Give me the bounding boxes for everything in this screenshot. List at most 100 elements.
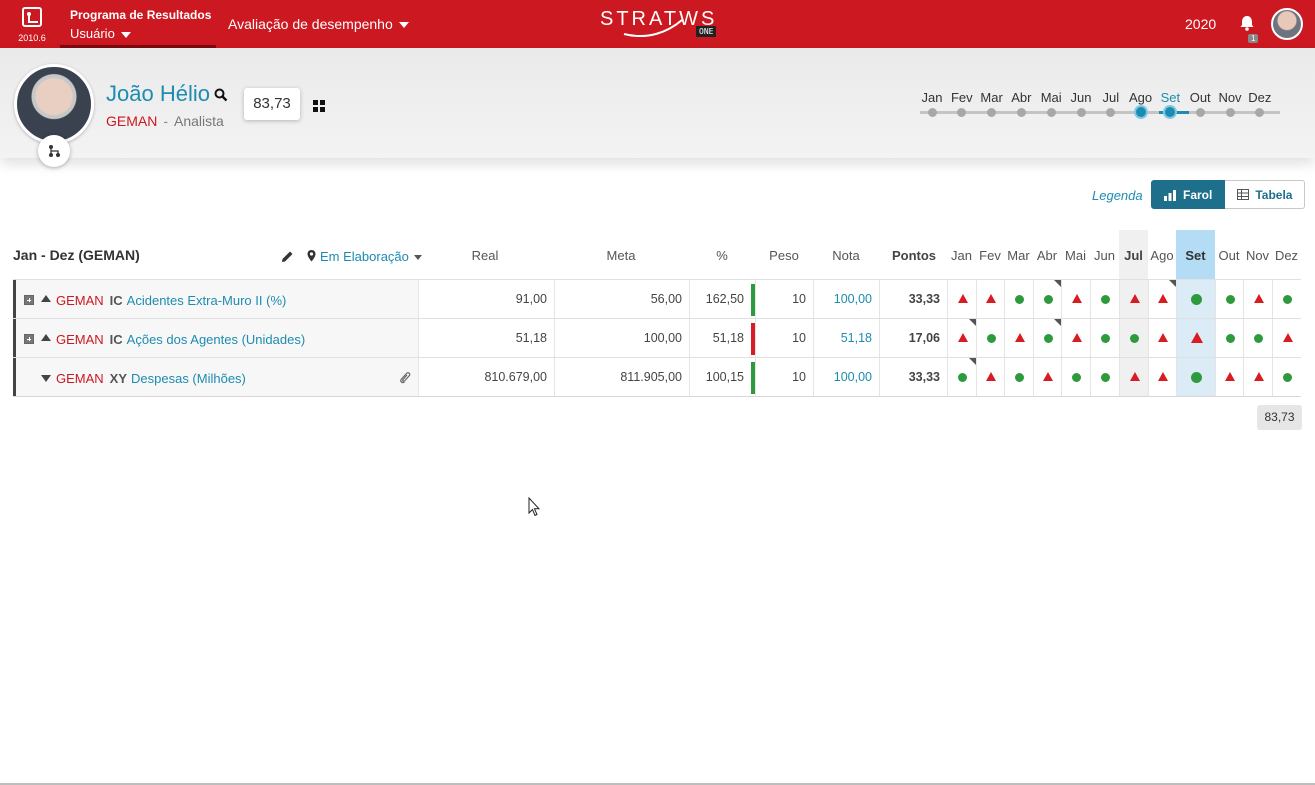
row-indicator-link[interactable]: Acidentes Extra-Muro II (%) <box>127 293 287 308</box>
legend-link[interactable]: Legenda <box>1092 188 1143 203</box>
program-menu[interactable]: Programa de Resultados Usuário <box>60 0 216 48</box>
collapse-arrow-icon[interactable] <box>41 295 51 302</box>
timeline-dot-fev[interactable] <box>957 108 967 117</box>
column-month-set[interactable]: Set <box>1176 248 1215 263</box>
month-signal-cell[interactable] <box>1004 358 1033 397</box>
pencil-icon[interactable] <box>281 250 294 263</box>
timeline-month-nov[interactable]: Nov <box>1215 90 1245 105</box>
row-indicator-link[interactable]: Despesas (Milhões) <box>131 371 246 386</box>
paperclip-icon[interactable] <box>399 371 411 385</box>
month-signal-cell[interactable] <box>1033 319 1061 358</box>
month-signal-cell[interactable] <box>1004 319 1033 358</box>
notifications-button[interactable]: 1 <box>1238 14 1259 43</box>
month-signal-cell[interactable] <box>1148 358 1176 397</box>
tabela-view-button[interactable]: Tabela <box>1225 180 1306 209</box>
timeline-month-ago[interactable]: Ago <box>1126 90 1156 105</box>
timeline-dot-mai[interactable] <box>1046 108 1056 117</box>
timeline-month-out[interactable]: Out <box>1185 90 1215 105</box>
table-row[interactable]: GEMAN IC Ações dos Agentes (Unidades) 51,18… <box>13 318 1301 358</box>
evaluation-menu[interactable]: Avaliação de desempenho <box>228 16 409 32</box>
collapse-arrow-icon[interactable] <box>41 334 51 341</box>
month-signal-cell[interactable] <box>1090 280 1119 319</box>
timeline-month-mar[interactable]: Mar <box>977 90 1007 105</box>
column-month-jul[interactable]: Jul <box>1119 248 1148 263</box>
month-signal-cell[interactable] <box>976 280 1004 319</box>
month-signal-cell[interactable] <box>1272 358 1301 397</box>
timeline-dot-abr[interactable] <box>1016 108 1026 117</box>
expand-arrow-icon[interactable] <box>41 375 51 382</box>
month-signal-cell[interactable] <box>976 319 1004 358</box>
table-row[interactable]: GEMAN IC Acidentes Extra-Muro II (%) 91,00 5… <box>13 279 1301 319</box>
cell-nota[interactable]: 100,00 <box>813 358 879 397</box>
search-icon[interactable] <box>214 88 228 102</box>
row-indicator-link[interactable]: Ações dos Agentes (Unidades) <box>127 332 306 347</box>
app-home-button[interactable]: 2010.6 <box>10 5 54 45</box>
column-month-out[interactable]: Out <box>1215 248 1243 263</box>
column-month-mar[interactable]: Mar <box>1004 248 1033 263</box>
status-dropdown[interactable]: Em Elaboração <box>307 249 422 264</box>
column-month-jan[interactable]: Jan <box>947 248 976 263</box>
month-signal-cell[interactable] <box>1148 319 1176 358</box>
timeline-month-jul[interactable]: Jul <box>1096 90 1126 105</box>
timeline-dot-nov[interactable] <box>1225 108 1235 117</box>
cell-nota[interactable]: 100,00 <box>813 280 879 319</box>
month-signal-cell[interactable] <box>1033 358 1061 397</box>
month-signal-cell[interactable] <box>1061 319 1090 358</box>
timeline-month-fev[interactable]: Fev <box>947 90 977 105</box>
column-month-mai[interactable]: Mai <box>1061 248 1090 263</box>
month-signal-cell[interactable] <box>1090 319 1119 358</box>
column-month-abr[interactable]: Abr <box>1033 248 1061 263</box>
month-signal-cell[interactable] <box>1004 280 1033 319</box>
column-month-ago[interactable]: Ago <box>1148 248 1176 263</box>
timeline-dot-dez[interactable] <box>1255 108 1265 117</box>
month-signal-cell[interactable] <box>1061 280 1090 319</box>
month-signal-cell[interactable] <box>1176 358 1215 397</box>
column-month-dez[interactable]: Dez <box>1272 248 1301 263</box>
timeline-dot-ago[interactable] <box>1133 105 1148 119</box>
month-signal-cell[interactable] <box>1148 280 1176 319</box>
month-signal-cell[interactable] <box>976 358 1004 397</box>
year-selector[interactable]: 2020 <box>1185 16 1216 32</box>
table-row[interactable]: GEMAN XY Despesas (Milhões) 810.679,00 811.9… <box>13 357 1301 397</box>
month-signal-cell[interactable] <box>1119 319 1148 358</box>
timeline-month-jun[interactable]: Jun <box>1066 90 1096 105</box>
column-month-fev[interactable]: Fev <box>976 248 1004 263</box>
month-signal-cell[interactable] <box>1243 358 1272 397</box>
timeline-dot-jan[interactable] <box>927 108 937 117</box>
month-signal-cell[interactable] <box>1215 280 1243 319</box>
month-timeline[interactable]: Jan Fev Mar Abr Mai Jun Jul Ago Set Out Nov Dez <box>916 90 1280 126</box>
timeline-dot-out[interactable] <box>1195 108 1205 117</box>
month-signal-cell[interactable] <box>947 280 976 319</box>
month-signal-cell[interactable] <box>1176 280 1215 319</box>
month-signal-cell[interactable] <box>1243 280 1272 319</box>
timeline-month-jan[interactable]: Jan <box>917 90 947 105</box>
timeline-dot-set[interactable] <box>1163 105 1178 119</box>
month-signal-cell[interactable] <box>1176 319 1215 358</box>
user-menu[interactable]: Usuário <box>70 26 216 41</box>
column-month-nov[interactable]: Nov <box>1243 248 1272 263</box>
month-signal-cell[interactable] <box>1215 358 1243 397</box>
month-signal-cell[interactable] <box>1061 358 1090 397</box>
farol-view-button[interactable]: Farol <box>1151 180 1226 209</box>
month-signal-cell[interactable] <box>1119 280 1148 319</box>
month-signal-cell[interactable] <box>1090 358 1119 397</box>
month-signal-cell[interactable] <box>947 319 976 358</box>
month-signal-cell[interactable] <box>1119 358 1148 397</box>
timeline-dot-mar[interactable] <box>987 108 997 117</box>
timeline-dot-jul[interactable] <box>1106 108 1116 117</box>
timeline-month-set[interactable]: Set <box>1155 90 1185 105</box>
grid-icon[interactable] <box>313 100 325 112</box>
month-signal-cell[interactable] <box>1272 280 1301 319</box>
timeline-month-mai[interactable]: Mai <box>1036 90 1066 105</box>
month-signal-cell[interactable] <box>1215 319 1243 358</box>
month-signal-cell[interactable] <box>1243 319 1272 358</box>
column-month-jun[interactable]: Jun <box>1090 248 1119 263</box>
expand-icon[interactable] <box>24 295 34 305</box>
user-avatar[interactable] <box>1271 8 1303 40</box>
month-signal-cell[interactable] <box>1272 319 1301 358</box>
timeline-month-dez[interactable]: Dez <box>1245 90 1275 105</box>
profile-name[interactable]: João Hélio <box>106 81 210 107</box>
org-tree-button[interactable] <box>38 135 70 167</box>
timeline-dot-jun[interactable] <box>1076 108 1086 117</box>
timeline-month-abr[interactable]: Abr <box>1006 90 1036 105</box>
